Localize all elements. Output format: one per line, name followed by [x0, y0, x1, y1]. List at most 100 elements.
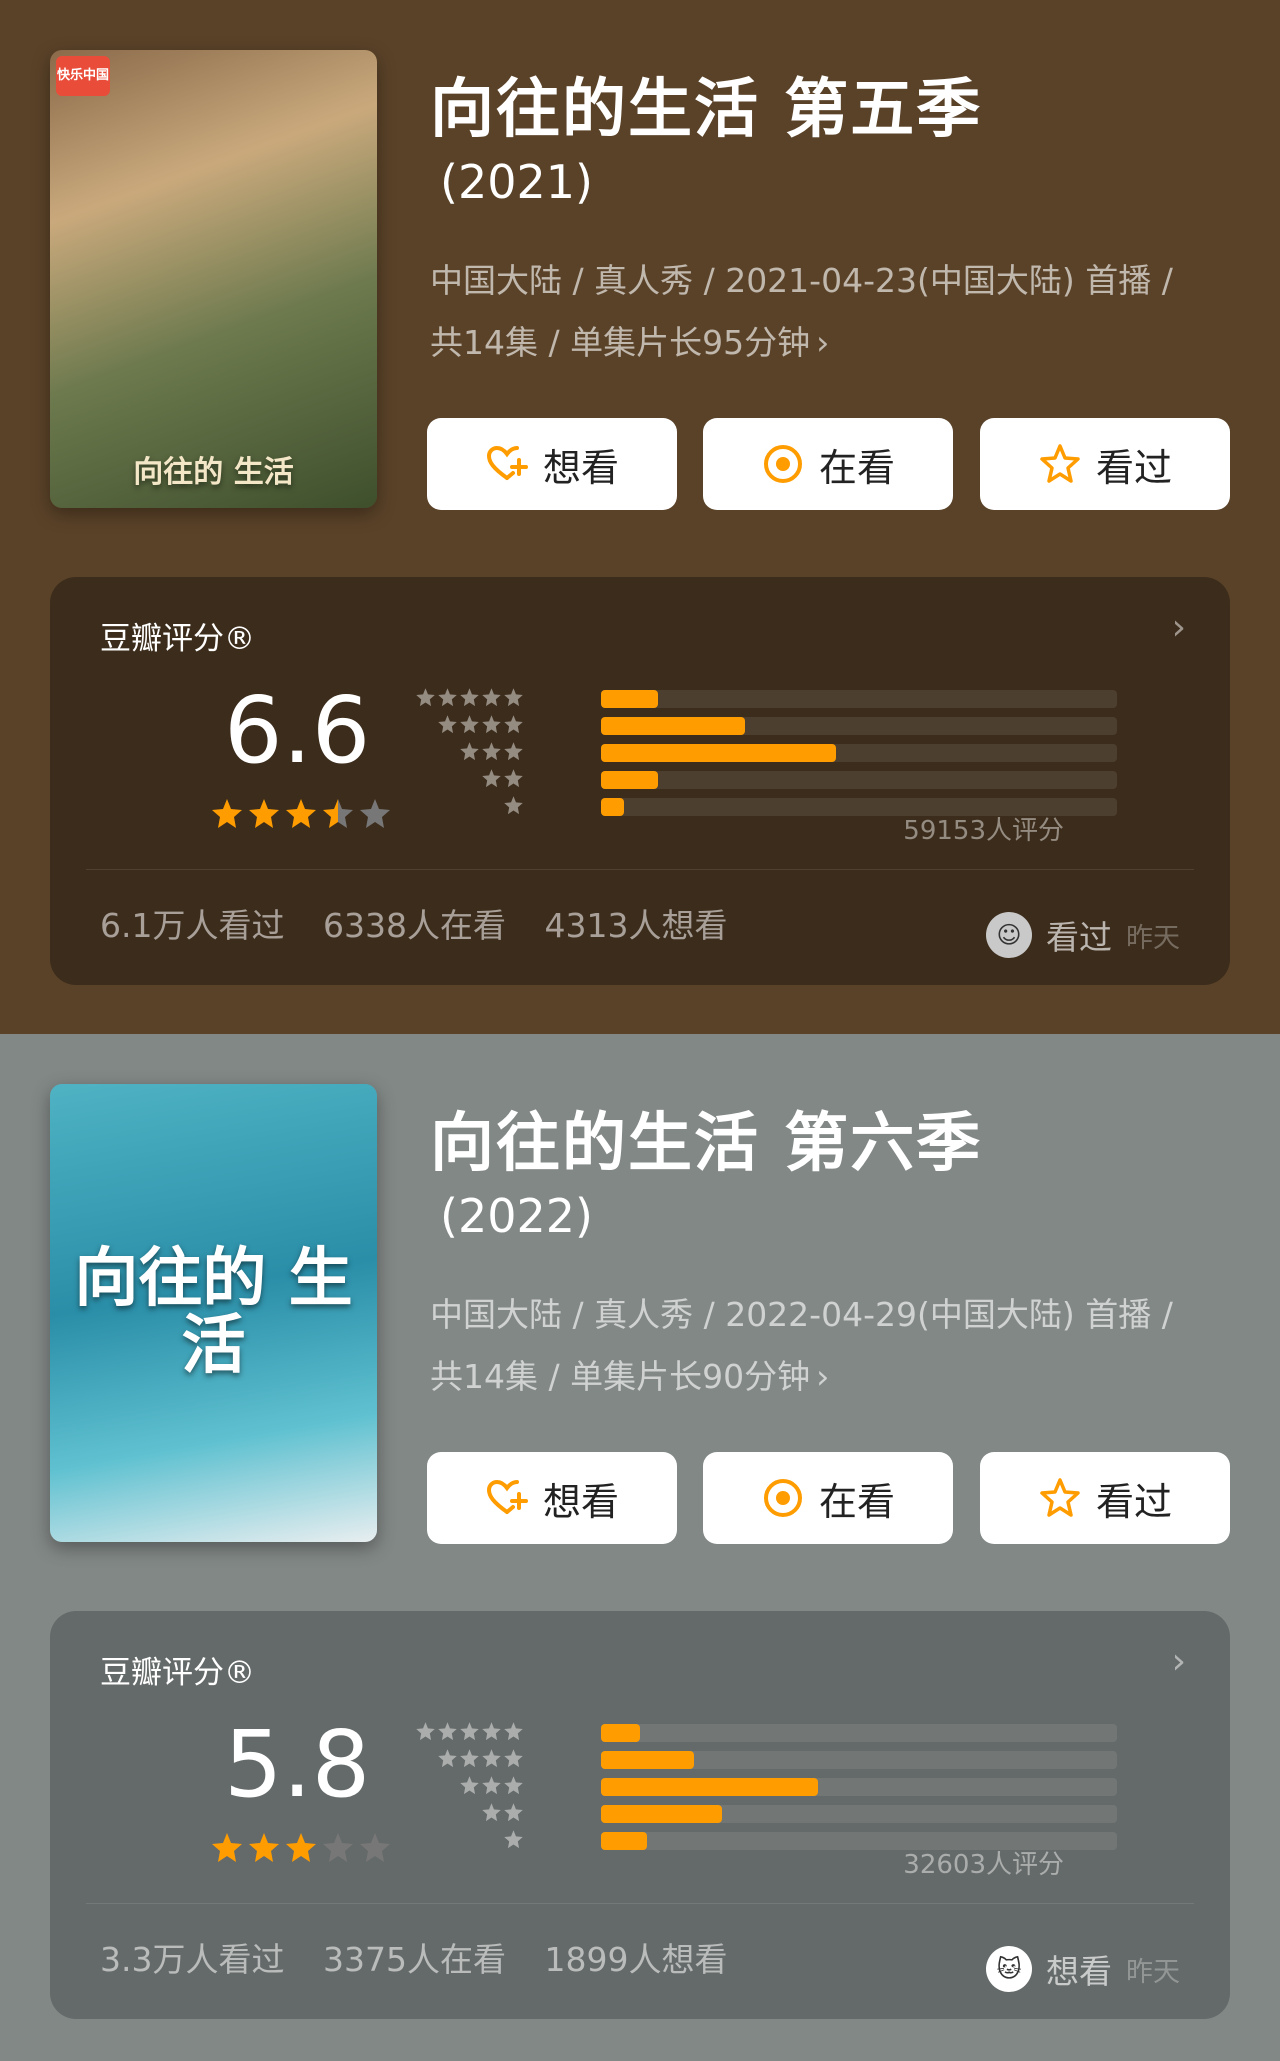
rating-card[interactable]: 豆瓣评分® › 5.8 32603人评分 3.3万人看过 3375人在看 189… [50, 1611, 1230, 2019]
user-action: 看过 [1046, 918, 1112, 957]
mini-star-icon [416, 1722, 435, 1741]
rating-distribution [415, 1719, 1280, 1854]
poster-title: 向往的 生活 [74, 1241, 353, 1383]
show-title: 向往的生活 第五季 [430, 73, 983, 147]
bar-fill [601, 1805, 723, 1823]
stat-watched: 6.1万人看过 [100, 906, 285, 945]
watched-label: 看过 [1095, 1479, 1172, 1524]
watching-label: 在看 [818, 1479, 895, 1524]
mini-star-icon [504, 742, 523, 761]
user-time: 昨天 [1126, 1956, 1180, 1988]
rating-star-icon [323, 799, 353, 828]
poster-title: 向往的 生活 [133, 454, 294, 490]
rating-stars [210, 1831, 392, 1865]
chevron-right-icon[interactable]: › [1172, 1641, 1186, 1682]
mini-star-icon [504, 1722, 523, 1741]
watching-button[interactable]: 在看 [703, 418, 953, 510]
bar-track [601, 690, 1117, 708]
rating-score: 5.8 [224, 1711, 371, 1818]
total-ratings: 59153人评分 [903, 816, 1064, 846]
rating-label: 豆瓣评分® [100, 1655, 255, 1691]
want-button[interactable]: 想看 [427, 418, 677, 510]
watching-label: 在看 [818, 445, 895, 490]
watching-button[interactable]: 在看 [703, 1452, 953, 1544]
rating-label: 豆瓣评分® [100, 621, 255, 657]
rating-stars [210, 797, 392, 831]
avatar: ☺ [986, 912, 1032, 958]
heart-plus-icon [486, 1479, 528, 1514]
target-icon [763, 1479, 802, 1517]
stats-row: 6.1万人看过 6338人在看 4313人想看 [100, 899, 755, 947]
bar-fill [601, 798, 625, 816]
user-status[interactable]: 🐱 想看 昨天 [986, 1945, 1180, 1993]
show-meta[interactable]: 中国大陆 / 真人秀 / 2021-04-23(中国大陆) 首播 / 共14集 … [430, 250, 1230, 374]
mini-star-icon [482, 715, 501, 734]
watched-button[interactable]: 看过 [980, 418, 1230, 510]
mini-star-icon [504, 715, 523, 734]
bar-fill [601, 717, 746, 735]
watched-label: 看过 [1095, 445, 1172, 490]
distribution-row [415, 739, 1280, 766]
mini-star-icon [438, 715, 457, 734]
watched-button[interactable]: 看过 [980, 1452, 1230, 1544]
mini-star-icon [482, 1722, 501, 1741]
stat-want: 4313人想看 [544, 906, 728, 945]
mini-star-icon [504, 688, 523, 707]
distribution-row [415, 1746, 1280, 1773]
distribution-row [415, 685, 1280, 712]
distribution-row [415, 1773, 1280, 1800]
user-status[interactable]: ☺ 看过 昨天 [986, 911, 1180, 959]
distribution-row [415, 1719, 1280, 1746]
mini-star-icon [504, 1776, 523, 1795]
want-label: 想看 [542, 445, 619, 490]
chevron-right-icon[interactable]: › [1172, 607, 1186, 648]
channel-logo: 快乐中国 [56, 56, 110, 96]
show-section-1: 快乐中国 向往的 生活 向往的生活 第五季 (2021) 中国大陆 / 真人秀 … [0, 0, 1280, 1034]
meta-line-2: 共14集 / 单集片长90分钟 › [430, 1357, 830, 1396]
avatar: 🐱 [986, 1946, 1032, 1992]
mini-star-icon [460, 1722, 479, 1741]
distribution-row [415, 1827, 1280, 1854]
rating-star-icon [323, 1833, 353, 1862]
mini-star-icon [460, 1749, 479, 1768]
rating-star-icon [360, 799, 390, 828]
chevron-right-icon: › [816, 323, 830, 362]
mini-star-icon [504, 1830, 523, 1849]
want-button[interactable]: 想看 [427, 1452, 677, 1544]
total-ratings: 32603人评分 [903, 1850, 1064, 1880]
want-label: 想看 [542, 1479, 619, 1524]
mini-star-icon [460, 688, 479, 707]
mini-star-icon [504, 1803, 523, 1822]
heart-plus-icon [486, 445, 528, 480]
meta-line-1: 中国大陆 / 真人秀 / 2022-04-29(中国大陆) 首播 / [430, 1295, 1173, 1334]
user-action: 想看 [1046, 1952, 1112, 1991]
mini-star-icon [504, 1749, 523, 1768]
star-icon [1040, 444, 1080, 483]
mini-star-icon [438, 688, 457, 707]
stat-watching: 6338人在看 [322, 906, 506, 945]
poster-image[interactable]: 向往的 生活 [50, 1084, 377, 1542]
mini-star-icon [504, 796, 523, 815]
divider [86, 1903, 1194, 1904]
poster-image[interactable]: 快乐中国 向往的 生活 [50, 50, 377, 508]
mini-star-icon [460, 742, 479, 761]
distribution-row [415, 1800, 1280, 1827]
show-meta[interactable]: 中国大陆 / 真人秀 / 2022-04-29(中国大陆) 首播 / 共14集 … [430, 1284, 1230, 1408]
distribution-row [415, 766, 1280, 793]
bar-track [601, 1751, 1117, 1769]
chevron-right-icon: › [816, 1357, 830, 1396]
star-icon [1040, 1478, 1080, 1517]
target-icon [763, 445, 802, 483]
bar-fill [601, 771, 658, 789]
distribution-row [415, 793, 1280, 820]
bar-fill [601, 1724, 640, 1742]
bar-track [601, 1724, 1117, 1742]
distribution-row [415, 712, 1280, 739]
mini-star-icon [482, 1776, 501, 1795]
stat-watching: 3375人在看 [322, 1940, 506, 1979]
rating-card[interactable]: 豆瓣评分® › 6.6 59153人评分 6.1万人看过 6338人在看 431… [50, 577, 1230, 985]
bar-fill [601, 690, 658, 708]
show-year: (2021) [440, 155, 593, 209]
user-time: 昨天 [1126, 922, 1180, 954]
meta-line-2: 共14集 / 单集片长95分钟 › [430, 323, 830, 362]
